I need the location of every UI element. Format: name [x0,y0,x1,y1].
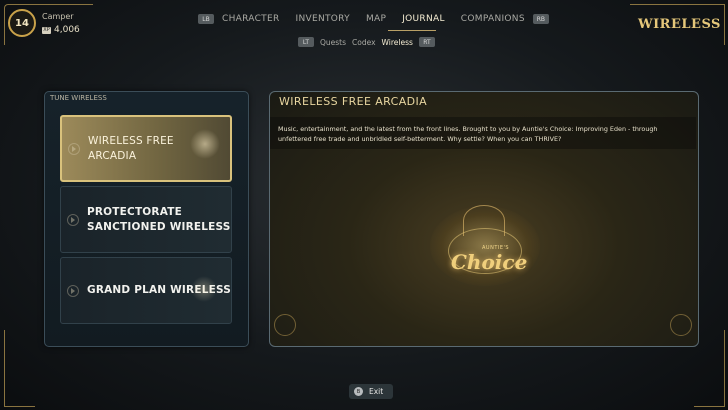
logo-main-text: Choice [451,250,528,274]
journal-subnav: LT Quests Codex Wireless RT [298,37,435,47]
exit-button[interactable]: B Exit [349,384,393,399]
frame-corner-bottom-left [4,330,35,407]
rb-button-icon[interactable]: RB [532,14,549,24]
b-button-icon: B [354,387,363,396]
station-glow-icon [190,129,220,159]
currency-amount: 4,006 [54,25,80,35]
exit-label: Exit [369,387,384,396]
lt-button-icon[interactable]: LT [298,37,314,47]
station-protectorate-sanctioned-wireless[interactable]: PROTECTORATE SANCTIONED WIRELESS [60,186,232,253]
subtab-wireless[interactable]: Wireless [382,38,413,47]
detail-title: WIRELESS FREE ARCADIA [279,95,428,108]
tab-character[interactable]: CHARACTER [214,14,288,24]
play-icon [68,142,80,155]
panel-corner-ornament-icon [670,314,692,336]
active-tab-underline [388,30,436,31]
player-name: Camper [42,12,74,21]
station-label: PROTECTORATE SANCTIONED WIRELESS [87,205,231,233]
currency-display: XP 4,006 [42,25,80,35]
tab-journal[interactable]: JOURNAL [394,14,453,24]
tab-companions[interactable]: COMPANIONS [453,14,533,24]
station-grand-plan-wireless[interactable]: GRAND PLAN WIRELESS [60,257,232,324]
detail-description: Music, entertainment, and the latest fro… [278,125,658,143]
subtab-quests[interactable]: Quests [320,38,346,47]
subtab-codex[interactable]: Codex [352,38,376,47]
play-icon [67,284,79,297]
station-glow-icon [191,276,217,302]
tab-inventory[interactable]: INVENTORY [288,14,358,24]
stations-panel-header: TUNE WIRELESS [50,94,107,102]
tab-map[interactable]: MAP [358,14,394,24]
panel-corner-ornament-icon [274,314,296,336]
station-label: WIRELESS FREE ARCADIA [88,134,174,162]
screen-title: WIRELESS [638,17,721,32]
lb-button-icon[interactable]: LB [198,14,214,24]
player-level: 14 [15,17,29,29]
rt-button-icon[interactable]: RT [418,37,435,47]
main-nav: LB CHARACTER INVENTORY MAP JOURNAL COMPA… [198,10,549,28]
station-wireless-free-arcadia[interactable]: WIRELESS FREE ARCADIA [60,115,232,182]
currency-icon: XP [42,26,51,34]
player-level-badge: 14 [8,9,36,37]
play-icon [67,213,79,226]
